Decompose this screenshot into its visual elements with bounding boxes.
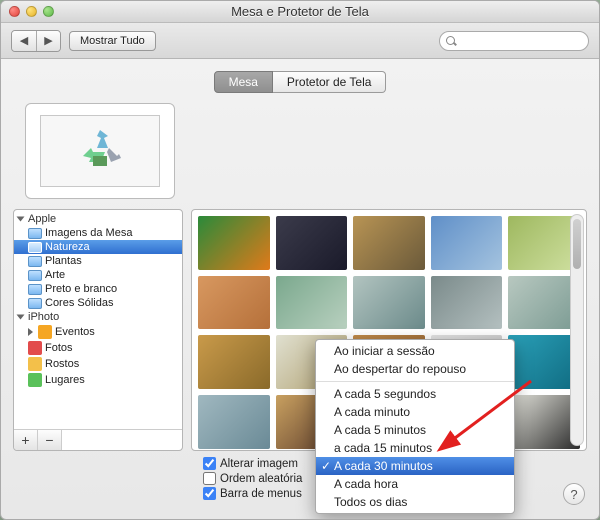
group-label: iPhoto: [28, 311, 59, 323]
sidebar-item-plantas[interactable]: Plantas: [14, 254, 182, 268]
gallery-scrollbar[interactable]: [570, 214, 584, 446]
close-window-button[interactable]: [9, 6, 20, 17]
sidebar-item-label: Cores Sólidas: [45, 297, 113, 309]
interval-menu-item[interactable]: a cada 15 minutos: [316, 439, 514, 457]
thumbnail[interactable]: [353, 276, 425, 330]
menu-bar-checkbox[interactable]: [203, 487, 216, 500]
change-picture-checkbox[interactable]: [203, 457, 216, 470]
desktop-preview-inner: [40, 115, 160, 187]
chevron-down-icon: [17, 315, 25, 320]
back-button[interactable]: ◀: [12, 31, 36, 51]
group-label: Apple: [28, 213, 56, 225]
toolbar: ◀ ▶ Mostrar Tudo: [1, 23, 599, 59]
source-tree-scroll[interactable]: Apple Imagens da Mesa Natureza Plantas A…: [14, 210, 182, 429]
tab-bar: Mesa Protetor de Tela: [13, 71, 587, 93]
folder-icon: [28, 242, 42, 253]
sidebar-item-arte[interactable]: Arte: [14, 268, 182, 282]
recycle-icon: [75, 126, 125, 176]
forward-button[interactable]: ▶: [36, 31, 60, 51]
change-picture-label: Alterar imagem: [220, 458, 298, 470]
menu-bar-label: Barra de menus: [220, 488, 302, 500]
faces-icon: [28, 357, 42, 371]
source-tree: Apple Imagens da Mesa Natureza Plantas A…: [14, 210, 182, 390]
sidebar-item-cores-solidas[interactable]: Cores Sólidas: [14, 296, 182, 310]
sidebar-item-imagens-da-mesa[interactable]: Imagens da Mesa: [14, 226, 182, 240]
thumbnail[interactable]: [276, 216, 348, 270]
thumbnail[interactable]: [431, 276, 503, 330]
sidebar-item-rostos[interactable]: Rostos: [14, 356, 182, 372]
desktop-preview: [25, 103, 175, 199]
chevron-down-icon: [17, 217, 25, 222]
random-order-label: Ordem aleatória: [220, 473, 302, 485]
help-button[interactable]: ?: [563, 483, 585, 505]
events-icon: [38, 325, 52, 339]
photos-icon: [28, 341, 42, 355]
sidebar-item-label: Preto e branco: [45, 283, 117, 295]
group-apple[interactable]: Apple: [14, 212, 182, 226]
random-order-checkbox[interactable]: [203, 472, 216, 485]
chevron-right-icon: [28, 328, 33, 336]
sidebar-item-label: Plantas: [45, 255, 82, 267]
thumbnail[interactable]: [198, 395, 270, 449]
sidebar-item-label: Rostos: [45, 358, 79, 370]
sidebar-item-label: Arte: [45, 269, 65, 281]
folder-icon: [28, 228, 42, 239]
thumbnail[interactable]: [198, 335, 270, 389]
thumbnail[interactable]: [431, 216, 503, 270]
scrollbar-knob[interactable]: [573, 219, 581, 269]
source-sidebar: Apple Imagens da Mesa Natureza Plantas A…: [13, 209, 183, 451]
tab-desktop[interactable]: Mesa: [214, 71, 273, 93]
folder-icon: [28, 284, 42, 295]
sidebar-item-natureza[interactable]: Natureza: [14, 240, 182, 254]
interval-menu-item[interactable]: Ao iniciar a sessão: [316, 342, 514, 360]
interval-menu-item[interactable]: A cada minuto: [316, 403, 514, 421]
minimize-window-button[interactable]: [26, 6, 37, 17]
titlebar: Mesa e Protetor de Tela: [1, 1, 599, 23]
sidebar-item-label: Fotos: [45, 342, 73, 354]
sidebar-footer: + −: [14, 429, 182, 450]
interval-dropdown-menu: Ao iniciar a sessãoAo despertar do repou…: [315, 339, 515, 514]
interval-menu-item[interactable]: A cada 5 minutos: [316, 421, 514, 439]
interval-menu-item[interactable]: A cada hora: [316, 475, 514, 493]
zoom-window-button[interactable]: [43, 6, 54, 17]
window-controls: [9, 6, 54, 17]
sidebar-item-label: Lugares: [45, 374, 85, 386]
sidebar-item-lugares[interactable]: Lugares: [14, 372, 182, 388]
folder-icon: [28, 256, 42, 267]
window-title: Mesa e Protetor de Tela: [231, 4, 369, 19]
sidebar-item-label: Natureza: [45, 241, 90, 253]
show-all-button[interactable]: Mostrar Tudo: [69, 31, 156, 51]
interval-menu-item[interactable]: Ao despertar do repouso: [316, 360, 514, 378]
add-source-button[interactable]: +: [14, 430, 38, 450]
menu-separator: [316, 381, 514, 382]
interval-menu-item[interactable]: Todos os dias: [316, 493, 514, 511]
interval-menu-item[interactable]: A cada 30 minutos: [316, 457, 514, 475]
tab-screensaver[interactable]: Protetor de Tela: [273, 71, 387, 93]
group-iphoto[interactable]: iPhoto: [14, 310, 182, 324]
thumbnail[interactable]: [353, 216, 425, 270]
places-icon: [28, 373, 42, 387]
sidebar-item-eventos[interactable]: Eventos: [14, 324, 182, 340]
sidebar-item-label: Eventos: [55, 326, 95, 338]
remove-source-button[interactable]: −: [38, 430, 62, 450]
sidebar-item-label: Imagens da Mesa: [45, 227, 132, 239]
sidebar-item-preto-e-branco[interactable]: Preto e branco: [14, 282, 182, 296]
thumbnail[interactable]: [198, 216, 270, 270]
nav-back-forward: ◀ ▶: [11, 30, 61, 52]
sidebar-item-fotos[interactable]: Fotos: [14, 340, 182, 356]
thumbnail[interactable]: [198, 276, 270, 330]
interval-menu-item[interactable]: A cada 5 segundos: [316, 385, 514, 403]
prefpane-window: Mesa e Protetor de Tela ◀ ▶ Mostrar Tudo…: [0, 0, 600, 520]
folder-icon: [28, 298, 42, 309]
thumbnail[interactable]: [276, 276, 348, 330]
search-input[interactable]: [439, 31, 589, 51]
folder-icon: [28, 270, 42, 281]
